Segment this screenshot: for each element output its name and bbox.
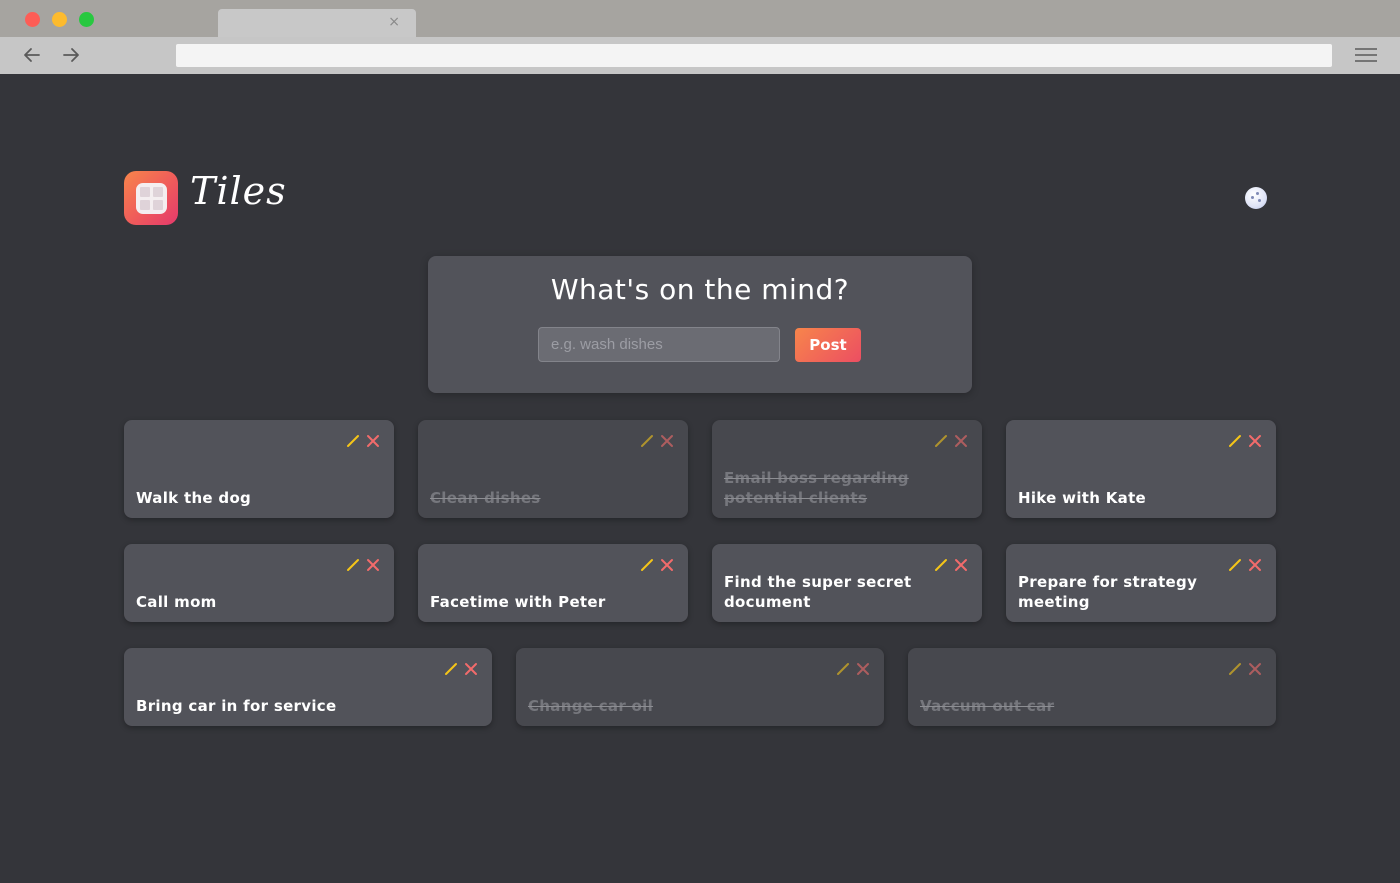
- address-bar[interactable]: [176, 44, 1332, 67]
- tile-actions: [444, 660, 478, 678]
- tile-actions: [640, 432, 674, 450]
- tile-actions: [640, 556, 674, 574]
- moon-icon[interactable]: [1245, 187, 1267, 209]
- browser-tab[interactable]: ×: [218, 9, 416, 37]
- back-arrow-icon[interactable]: [22, 45, 42, 65]
- pencil-icon[interactable]: [1228, 558, 1242, 572]
- tile-actions: [836, 660, 870, 678]
- tiles-logo-icon: [124, 171, 178, 225]
- tile-actions: [346, 432, 380, 450]
- pencil-icon[interactable]: [346, 434, 360, 448]
- tab-close-icon[interactable]: ×: [388, 14, 400, 30]
- app-title: Tiles: [190, 169, 287, 213]
- tile-card[interactable]: Call mom: [124, 544, 394, 622]
- browser-toolbar: [0, 37, 1400, 74]
- tile-card[interactable]: Walk the dog: [124, 420, 394, 518]
- hamburger-menu-icon[interactable]: [1354, 47, 1378, 63]
- close-icon[interactable]: [366, 434, 380, 448]
- pencil-icon[interactable]: [640, 558, 654, 572]
- close-icon[interactable]: [660, 434, 674, 448]
- compose-title: What's on the mind?: [550, 273, 850, 306]
- pencil-icon[interactable]: [640, 434, 654, 448]
- tile-text: Facetime with Peter: [430, 593, 606, 611]
- tile-text: Call mom: [136, 593, 217, 611]
- tile-card[interactable]: Prepare for strategy meeting: [1006, 544, 1276, 622]
- tile-card[interactable]: Bring car in for service: [124, 648, 492, 726]
- close-icon[interactable]: [1248, 434, 1262, 448]
- task-input[interactable]: [538, 327, 780, 362]
- close-icon[interactable]: [1248, 558, 1262, 572]
- pencil-icon[interactable]: [444, 662, 458, 676]
- tile-text: Bring car in for service: [136, 697, 337, 715]
- forward-arrow-icon[interactable]: [61, 45, 81, 65]
- tile-card[interactable]: Facetime with Peter: [418, 544, 688, 622]
- close-icon[interactable]: [366, 558, 380, 572]
- close-icon[interactable]: [1248, 662, 1262, 676]
- tile-text: Vaccum out car: [920, 697, 1055, 715]
- tile-text: Change car oil: [528, 697, 654, 715]
- compose-card: What's on the mind? Post: [428, 256, 972, 393]
- tile-actions: [934, 432, 968, 450]
- close-icon[interactable]: [856, 662, 870, 676]
- browser-titlebar: ×: [0, 0, 1400, 37]
- tile-card[interactable]: Change car oil: [516, 648, 884, 726]
- tile-text: Hike with Kate: [1018, 489, 1147, 507]
- close-window-button[interactable]: [25, 12, 40, 27]
- tile-text: Clean dishes: [430, 489, 541, 507]
- maximize-window-button[interactable]: [79, 12, 94, 27]
- post-button[interactable]: Post: [795, 328, 861, 362]
- tile-card[interactable]: Hike with Kate: [1006, 420, 1276, 518]
- tile-actions: [1228, 432, 1262, 450]
- pencil-icon[interactable]: [1228, 662, 1242, 676]
- close-icon[interactable]: [954, 558, 968, 572]
- close-icon[interactable]: [464, 662, 478, 676]
- tile-text: Find the super secret document: [724, 573, 912, 611]
- pencil-icon[interactable]: [1228, 434, 1242, 448]
- pencil-icon[interactable]: [346, 558, 360, 572]
- close-icon[interactable]: [954, 434, 968, 448]
- close-icon[interactable]: [660, 558, 674, 572]
- tile-card[interactable]: Vaccum out car: [908, 648, 1276, 726]
- pencil-icon[interactable]: [934, 434, 948, 448]
- pencil-icon[interactable]: [934, 558, 948, 572]
- minimize-window-button[interactable]: [52, 12, 67, 27]
- tile-actions: [1228, 660, 1262, 678]
- tile-text: Walk the dog: [136, 489, 252, 507]
- tile-card[interactable]: Email boss regarding potential clients: [712, 420, 982, 518]
- tile-actions: [346, 556, 380, 574]
- tile-card[interactable]: Find the super secret document: [712, 544, 982, 622]
- tile-text: Email boss regarding potential clients: [724, 469, 909, 507]
- tile-card[interactable]: Clean dishes: [418, 420, 688, 518]
- pencil-icon[interactable]: [836, 662, 850, 676]
- app-header: Tiles: [124, 169, 1276, 225]
- tile-text: Prepare for strategy meeting: [1018, 573, 1198, 611]
